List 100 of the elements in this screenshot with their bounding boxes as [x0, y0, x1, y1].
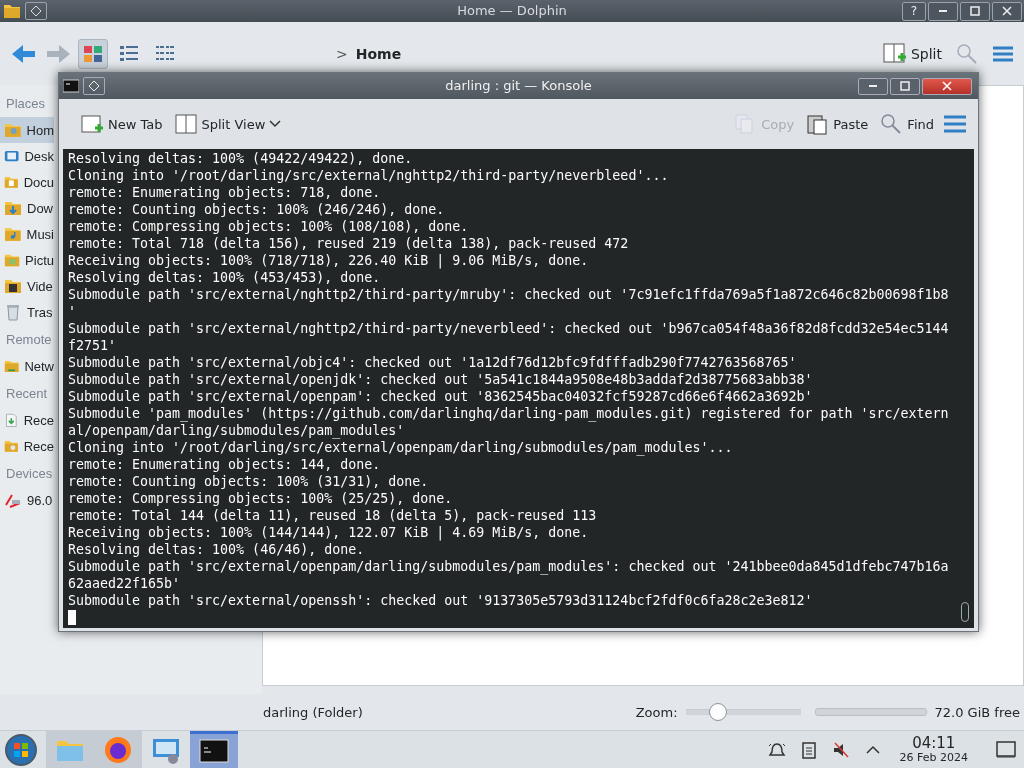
sidebar-item[interactable]: Vide	[0, 273, 54, 299]
start-button-icon[interactable]	[4, 732, 38, 767]
terminal-line: remote: Enumerating objects: 144, done.	[68, 456, 381, 473]
section-heading: Remote	[6, 331, 52, 349]
window-title: Home — Dolphin	[457, 2, 567, 20]
terminal-line: remote: Compressing objects: 100% (25/25), done.	[68, 490, 453, 507]
terminal-line: remote: Enumerating objects: 718, done.	[68, 184, 381, 201]
zoom-label: Zoom:	[635, 704, 678, 720]
status-text: darling (Folder)	[263, 704, 363, 720]
sidebar-item[interactable]: Netw	[0, 353, 54, 379]
icons-view-button[interactable]	[78, 38, 108, 69]
breadcrumb-separator: >	[336, 45, 348, 62]
window-title: darling : git — Konsole	[445, 77, 592, 95]
sidebar-item[interactable]: Hom	[0, 117, 54, 143]
close-button[interactable]	[992, 1, 1022, 21]
close-icon	[1002, 6, 1012, 16]
terminal-line: Submodule path 'src/external/openssh': checked out '9137305e5793d31124bcf2fdf0c6fa28c2e3e812'	[68, 592, 813, 609]
taskbar-app[interactable]	[190, 730, 238, 768]
terminal-line: Submodule path 'src/external/openpam/darling/submodules/pam_modules': checked out '241bbee0da845d1dfebc747b16a	[68, 558, 949, 575]
grid-icon	[83, 43, 103, 64]
new-tab-icon	[81, 113, 104, 135]
new-tab-button[interactable]: New Tab	[77, 111, 167, 137]
folder-icon	[3, 2, 21, 20]
minimize-icon	[868, 85, 878, 87]
sidebar-item[interactable]: Desk	[0, 143, 54, 169]
clock-time[interactable]: 04:11	[912, 735, 956, 751]
sidebar-item[interactable]: Rece	[0, 433, 54, 459]
terminal-line: remote: Total 718 (delta 156), reused 219 (delta 138), pack-reused 472	[68, 235, 629, 252]
section-heading: Recent	[6, 385, 48, 403]
maximize-button[interactable]	[960, 1, 990, 21]
diamond-icon	[89, 81, 99, 91]
terminal-line: Cloning into '/root/darling/src/external/nghttp2/third-party/neverbleed'...	[68, 167, 669, 184]
music-folder-icon	[4, 225, 22, 243]
list-icon	[119, 43, 139, 64]
split-view-button[interactable]: Split View	[170, 111, 286, 137]
menu-icon[interactable]	[992, 44, 1014, 63]
minimize-button[interactable]	[858, 77, 888, 95]
clipboard-icon[interactable]	[799, 740, 818, 759]
section-heading: Places	[6, 95, 46, 113]
slider-thumb[interactable]	[708, 703, 727, 721]
browser-icon	[103, 734, 133, 765]
terminal-line: Submodule path 'src/external/openpam': checked out '8362545bac04032fcf59287cd66e6f4662a3692b'	[68, 388, 813, 405]
terminal-line: Receiving objects: 100% (144/144), 122.07 KiB | 4.69 MiB/s, done.	[68, 524, 589, 541]
terminal-output[interactable]	[63, 149, 974, 628]
terminal-line: remote: Compressing objects: 100% (108/108), done.	[68, 218, 469, 235]
terminal-line: Receiving objects: 100% (718/718), 226.40 KiB | 9.06 MiB/s, done.	[68, 252, 589, 269]
sidebar-item[interactable]: Dow	[0, 195, 54, 221]
pin-button[interactable]	[25, 2, 47, 20]
terminal-icon	[63, 79, 79, 93]
find-button[interactable]: Find	[876, 111, 938, 137]
downloads-folder-icon	[4, 199, 22, 217]
home-folder-icon	[4, 121, 22, 139]
terminal-line: '	[68, 303, 76, 320]
terminal-line: Submodule 'pam_modules' (https://github.com/darlinghq/darling-pam_modules.git) registered for path 'src/extern	[68, 405, 949, 422]
terminal-line: f2751'	[68, 337, 117, 354]
minimize-icon	[938, 10, 948, 12]
videos-folder-icon	[4, 277, 22, 295]
terminal-line: Submodule path 'src/external/nghttp2/third-party/mruby': checked out '7c91efc1ffda769a5f1a872c646c82b00698f1b8	[68, 286, 949, 303]
sidebar-item[interactable]: Musi	[0, 221, 54, 247]
paste-icon	[806, 113, 830, 135]
close-icon	[942, 81, 952, 91]
split-button[interactable]: Split	[882, 42, 942, 65]
maximize-icon	[970, 6, 980, 16]
terminal-line: 62aaed22f165b'	[68, 575, 181, 592]
terminal-line: Submodule path 'src/external/nghttp2/third-party/neverbleed': checked out 'b967ca054f48a36f82d8fcdd32e54ec5144	[68, 320, 949, 337]
sidebar-item[interactable]: Pictu	[0, 247, 54, 273]
maximize-button[interactable]	[890, 77, 920, 95]
sidebar-item[interactable]: Docu	[0, 169, 54, 195]
split-view-icon	[174, 113, 198, 135]
clock-date[interactable]: 26 Feb 2024	[899, 751, 968, 764]
terminal-line: al/openpam/darling/submodules/pam_modules'	[68, 422, 405, 439]
free-space-text: 72.0 GiB free	[934, 704, 1020, 720]
bell-icon[interactable]	[767, 740, 786, 759]
terminal-icon	[199, 736, 229, 766]
close-button[interactable]	[922, 77, 972, 95]
section-heading: Devices	[6, 465, 53, 483]
terminal-line: remote: Total 144 (delta 11), reused 18 (delta 5), pack-reused 113	[68, 507, 597, 524]
minimize-button[interactable]	[928, 1, 958, 21]
split-icon	[882, 42, 907, 65]
chevron-down-icon	[269, 120, 282, 128]
help-button[interactable]: ?	[902, 1, 926, 21]
sidebar-item[interactable]: Rece	[0, 407, 54, 433]
sidebar-item[interactable]: Tras	[0, 299, 54, 325]
terminal-line: Submodule path 'src/external/openjdk': checked out '5a541c1844a9508e48b3addaf2d38775683abb38'	[68, 371, 813, 388]
paste-button[interactable]: Paste	[802, 111, 873, 137]
diamond-icon	[31, 6, 41, 16]
document-icon	[4, 411, 19, 429]
pin-button[interactable]	[83, 77, 105, 95]
trash-icon	[4, 303, 22, 321]
menu-icon[interactable]	[942, 114, 968, 134]
terminal-line: remote: Counting objects: 100% (31/31), done.	[68, 473, 429, 490]
sidebar-item[interactable]: 96.0	[0, 487, 54, 513]
breadcrumb-item[interactable]: Home	[355, 45, 402, 62]
terminal-line: Cloning into '/root/darling/src/external/openpam/darling/submodules/pam_modules'...	[68, 439, 733, 456]
show-desktop-icon[interactable]	[996, 740, 1016, 759]
maximize-icon	[900, 81, 910, 91]
terminal-line: remote: Counting objects: 100% (246/246), done.	[68, 201, 445, 218]
terminal-line: Resolving deltas: 100% (49422/49422), done.	[68, 150, 413, 167]
terminal-line: Submodule path 'src/external/objc4': checked out '1a12df76d12bfc9fdfffadb290f7742763568765'	[68, 354, 797, 371]
muted-speaker-icon[interactable]	[831, 740, 850, 759]
